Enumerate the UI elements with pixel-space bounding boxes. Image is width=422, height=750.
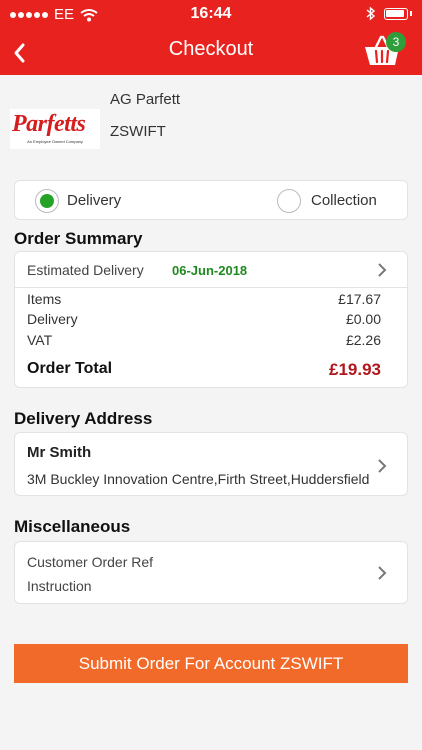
logo-tagline: An Employee Owned Company bbox=[27, 139, 83, 144]
instruction-label: Instruction bbox=[27, 578, 92, 594]
items-value: £17.67 bbox=[338, 291, 381, 307]
estimated-delivery-row[interactable]: Estimated Delivery 06-Jun-2018 bbox=[15, 252, 407, 288]
basket-button[interactable]: 3 bbox=[362, 32, 406, 70]
order-total-label: Order Total bbox=[27, 360, 113, 377]
status-time: 16:44 bbox=[190, 5, 232, 22]
miscellaneous-card[interactable]: Customer Order Ref Instruction bbox=[14, 541, 408, 604]
delivery-address-title: Delivery Address bbox=[14, 409, 153, 428]
chevron-right-icon bbox=[378, 566, 387, 580]
vat-value: £2.26 bbox=[345, 332, 381, 348]
estimated-delivery-label: Estimated Delivery bbox=[27, 262, 144, 278]
order-summary-card: Estimated Delivery 06-Jun-2018 Items £17… bbox=[14, 251, 408, 388]
logo-wordmark: Parfetts bbox=[12, 111, 86, 137]
status-right bbox=[366, 6, 412, 21]
battery-icon bbox=[384, 7, 408, 20]
page-title: Checkout bbox=[168, 38, 254, 60]
submit-order-button[interactable]: Submit Order For Account ZSWIFT bbox=[14, 644, 408, 683]
company-logo: Parfetts An Employee Owned Company bbox=[10, 109, 100, 149]
delivery-address-card[interactable]: Mr Smith 3M Buckley Innovation Centre,Fi… bbox=[14, 432, 408, 496]
status-bar: EE 16:44 bbox=[0, 0, 422, 30]
account-header: Parfetts An Employee Owned Company AG Pa… bbox=[0, 75, 422, 165]
delivery-radio[interactable] bbox=[35, 189, 59, 213]
address-line: 3M Buckley Innovation Centre,Firth Stree… bbox=[27, 471, 370, 487]
address-recipient-name: Mr Smith bbox=[27, 444, 92, 461]
account-code: ZSWIFT bbox=[110, 123, 166, 140]
basket-count-badge: 3 bbox=[386, 32, 406, 52]
customer-order-ref-label: Customer Order Ref bbox=[27, 554, 154, 570]
account-name: AG Parfett bbox=[110, 91, 181, 108]
collection-radio[interactable] bbox=[277, 189, 301, 213]
header-bar: EE 16:44 Checkout 3 bbox=[0, 0, 422, 75]
chevron-right-icon bbox=[378, 459, 387, 473]
battery-cap bbox=[410, 11, 412, 16]
bluetooth-icon bbox=[366, 6, 376, 21]
estimated-delivery-date: 06-Jun-2018 bbox=[172, 263, 248, 278]
vat-label: VAT bbox=[27, 332, 53, 348]
items-label: Items bbox=[27, 291, 62, 307]
chevron-right-icon bbox=[378, 263, 387, 277]
miscellaneous-title: Miscellaneous bbox=[14, 517, 131, 536]
delivery-radio-label[interactable]: Delivery bbox=[67, 192, 121, 209]
order-summary-title: Order Summary bbox=[14, 229, 143, 248]
fulfilment-selector: Delivery Collection bbox=[14, 180, 408, 220]
order-total-value: £19.93 bbox=[329, 360, 381, 379]
delivery-cost-label: Delivery bbox=[27, 311, 78, 327]
collection-radio-label[interactable]: Collection bbox=[311, 192, 377, 209]
delivery-cost-value: £0.00 bbox=[345, 311, 381, 327]
